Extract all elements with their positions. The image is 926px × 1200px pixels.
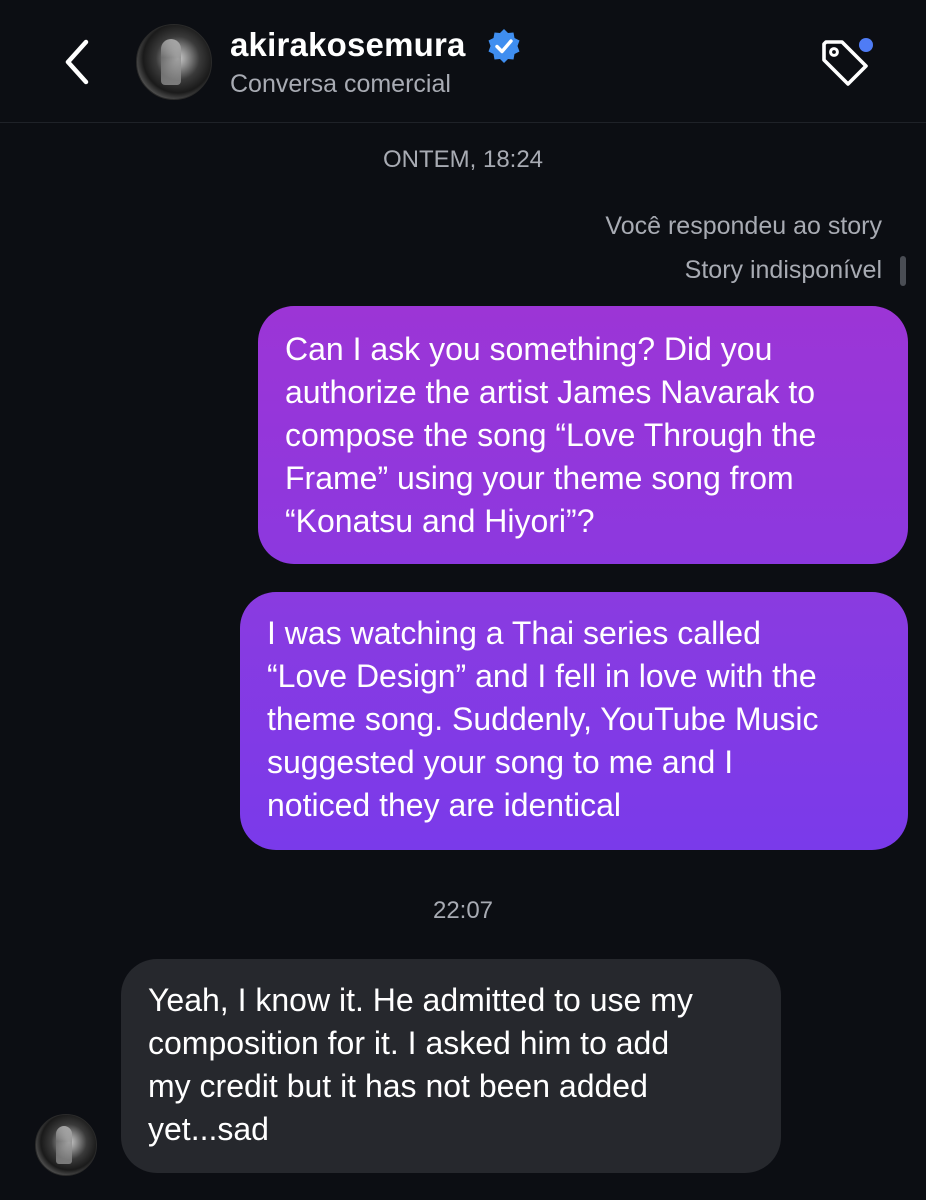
label-button[interactable] (818, 36, 874, 92)
verified-badge-icon (488, 29, 520, 63)
message-line: Frame” using your theme song from (285, 460, 794, 496)
message-line: theme song. Suddenly, YouTube Music (267, 701, 819, 737)
reply-indicator-bar (900, 256, 906, 286)
message-line: “Konatsu and Hiyori”? (285, 503, 595, 539)
message-line: I was watching a Thai series called (267, 615, 761, 651)
message-line: compose the song “Love Through the (285, 417, 817, 453)
story-unavailable-label: Story indisponível (684, 256, 882, 284)
message-line: authorize the artist James Navarak to (285, 374, 816, 410)
outgoing-message[interactable]: Can I ask you something? Did you authori… (258, 306, 908, 564)
message-line: Can I ask you something? Did you (285, 331, 773, 367)
conversation-type-label: Conversa comercial (230, 70, 451, 98)
sender-avatar[interactable] (35, 1114, 97, 1176)
profile-avatar[interactable] (136, 24, 212, 100)
message-line: Yeah, I know it. He admitted to use my (148, 982, 693, 1018)
message-line: composition for it. I asked him to add (148, 1025, 670, 1061)
message-line: yet...sad (148, 1111, 269, 1147)
message-line: suggested your song to me and I (267, 744, 734, 780)
timestamp: 22:07 (432, 897, 494, 924)
chevron-left-icon (65, 39, 89, 85)
notification-dot (859, 38, 873, 52)
message-line: my credit but it has not been added (148, 1068, 648, 1104)
tag-icon (822, 38, 873, 86)
story-reply-label: Você respondeu ao story (605, 212, 882, 240)
timestamp: ONTEM, 18:24 (382, 146, 544, 173)
back-button[interactable] (56, 34, 100, 90)
outgoing-message[interactable]: I was watching a Thai series called “Lov… (240, 592, 908, 850)
profile-username[interactable]: akirakosemura (230, 26, 466, 64)
incoming-message[interactable]: Yeah, I know it. He admitted to use my c… (121, 959, 781, 1173)
chat-header: akirakosemura Conversa comercial (0, 0, 926, 123)
message-line: “Love Design” and I fell in love with th… (267, 658, 817, 694)
message-line: noticed they are identical (267, 787, 621, 823)
